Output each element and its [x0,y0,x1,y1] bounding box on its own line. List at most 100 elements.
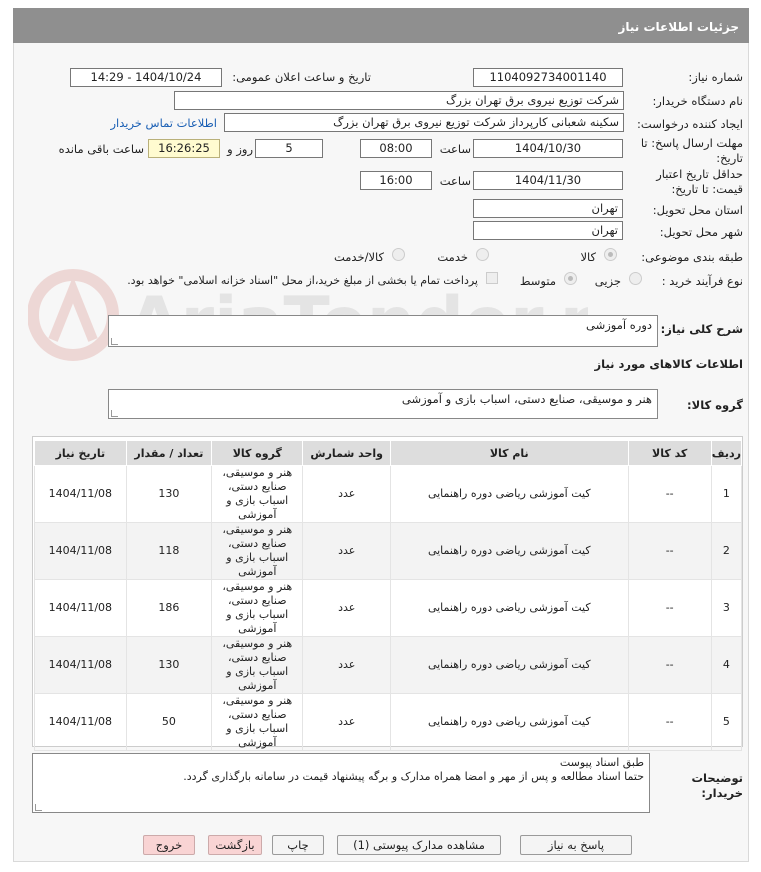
col-code: کد کالا [627,440,712,466]
city-label: شهر محل تحویل: [659,225,743,239]
cell-unit: عدد [302,522,391,580]
deadline-date-field: 1404/10/30 [473,139,623,158]
category-option-service: خدمت [437,250,468,264]
category-option-goods: کالا [580,250,596,264]
category-radio-service[interactable] [476,248,489,261]
process-label: نوع فرآیند خرید : [661,274,743,288]
cell-group: هنر و موسیقی، صنایع دستی، اسباب بازی و آ… [211,693,304,751]
need-number-field: 1104092734001140 [473,68,623,87]
exit-button[interactable]: خروج [143,835,195,855]
cell-qty: 130 [125,636,213,694]
summary-text: دوره آموزشی [586,318,652,332]
process-option-partial: جزیی [594,274,621,288]
page-title: جزئیات اطلاعات نیاز [13,8,749,43]
deadline-time-label: ساعت [439,142,471,156]
reply-button[interactable]: پاسخ به نیاز [520,835,632,855]
cell-code: -- [627,693,712,751]
remaining-label: ساعت باقی مانده [58,142,144,156]
validity-time-field: 16:00 [360,171,432,190]
cell-name: کیت آموزشی ریاضی دوره راهنمایی [389,522,629,580]
notes-label: توضیحات [691,771,744,785]
goods-group-label: گروه کالا: [687,398,743,412]
cell-date: 1404/11/08 [34,693,127,751]
announce-field: 1404/10/24 - 14:29 [70,68,222,87]
remaining-time-field: 16:26:25 [148,139,220,158]
cell-name: کیت آموزشی ریاضی دوره راهنمایی [389,636,629,694]
cell-code: -- [627,522,712,580]
col-group: گروه کالا [211,440,304,466]
cell-unit: عدد [302,465,391,523]
buyer-label: نام دستگاه خریدار: [652,94,743,108]
table-row: 5 -- کیت آموزشی ریاضی دوره راهنمایی عدد … [34,693,743,751]
cell-unit: عدد [302,579,391,637]
creator-label: ایجاد کننده درخواست: [637,117,743,131]
col-date: تاریخ نیاز [34,440,127,466]
cell-row: 5 [710,693,743,751]
contact-buyer-link[interactable]: اطلاعات تماس خریدار [110,116,217,130]
notes-label-2: خریدار: [701,786,743,800]
cell-name: کیت آموزشی ریاضی دوره راهنمایی [389,465,629,523]
notes-textarea[interactable]: طبق اسناد پیوست حتما اسناد مطالعه و پس ا… [32,753,650,813]
need-number-label: شماره نیاز: [688,70,743,84]
days-field: 5 [255,139,323,158]
category-option-goods-service: کالا/خدمت [333,250,384,264]
cell-group: هنر و موسیقی، صنایع دستی، اسباب بازی و آ… [211,522,304,580]
process-radio-partial[interactable] [629,272,642,285]
cell-code: -- [627,465,712,523]
days-label: روز و [227,142,253,156]
category-radio-goods-service[interactable] [392,248,405,261]
items-table: ردیف کد کالا نام کالا واحد شمارش گروه کا… [34,440,743,751]
cell-date: 1404/11/08 [34,522,127,580]
cell-row: 3 [710,579,743,637]
cell-qty: 130 [125,465,213,523]
cell-qty: 118 [125,522,213,580]
validity-label: حداقل تاریخ اعتبار [656,167,743,181]
cell-row: 4 [710,636,743,694]
goods-info-title: اطلاعات کالاهای مورد نیاز [594,357,743,371]
deadline-label: مهلت ارسال پاسخ: تا [640,136,743,150]
validity-date-field: 1404/11/30 [473,171,623,190]
province-label: استان محل تحویل: [652,203,743,217]
deadline-label-2: تاریخ: [716,151,743,165]
creator-field: سکینه شعبانی کارپرداز شرکت توزیع نیروی ب… [224,113,624,132]
cell-qty: 50 [125,693,213,751]
cell-date: 1404/11/08 [34,465,127,523]
process-radio-medium[interactable] [564,272,577,285]
category-radio-goods[interactable] [604,248,617,261]
goods-group-textarea[interactable]: هنر و موسیقی، صنایع دستی، اسباب بازی و آ… [108,389,658,419]
cell-code: -- [627,579,712,637]
table-row: 1 -- کیت آموزشی ریاضی دوره راهنمایی عدد … [34,465,743,523]
cell-date: 1404/11/08 [34,636,127,694]
treasury-payment-checkbox[interactable] [486,272,498,284]
cell-row: 1 [710,465,743,523]
table-header-row: ردیف کد کالا نام کالا واحد شمارش گروه کا… [34,440,743,466]
announce-label: تاریخ و ساعت اعلان عمومی: [232,70,371,84]
province-field: تهران [473,199,623,218]
cell-name: کیت آموزشی ریاضی دوره راهنمایی [389,693,629,751]
attachments-button[interactable]: مشاهده مدارک پیوستی (1) [337,835,501,855]
col-row: ردیف [710,440,743,466]
cell-qty: 186 [125,579,213,637]
table-row: 4 -- کیت آموزشی ریاضی دوره راهنمایی عدد … [34,636,743,694]
cell-group: هنر و موسیقی، صنایع دستی، اسباب بازی و آ… [211,636,304,694]
cell-name: کیت آموزشی ریاضی دوره راهنمایی [389,579,629,637]
cell-group: هنر و موسیقی، صنایع دستی، اسباب بازی و آ… [211,579,304,637]
table-row: 3 -- کیت آموزشی ریاضی دوره راهنمایی عدد … [34,579,743,637]
deadline-time-field: 08:00 [360,139,432,158]
cell-unit: عدد [302,636,391,694]
notes-line-2: حتما اسناد مطالعه و پس از مهر و امضا همر… [183,770,644,783]
notes-line-1: طبق اسناد پیوست [559,756,644,769]
back-button[interactable]: بازگشت [208,835,262,855]
buyer-field: شرکت توزیع نیروی برق تهران بزرگ [174,91,624,110]
validity-label-2: قیمت: تا تاریخ: [671,182,743,196]
treasury-payment-note: پرداخت تمام یا بخشی از مبلغ خرید،از محل … [127,274,478,287]
table-row: 2 -- کیت آموزشی ریاضی دوره راهنمایی عدد … [34,522,743,580]
city-field: تهران [473,221,623,240]
cell-date: 1404/11/08 [34,579,127,637]
col-qty: تعداد / مقدار [125,440,213,466]
col-unit: واحد شمارش [302,440,391,466]
summary-textarea[interactable]: دوره آموزشی [108,315,658,347]
summary-label: شرح کلی نیاز: [660,322,743,336]
process-option-medium: متوسط [519,274,556,288]
print-button[interactable]: چاپ [272,835,324,855]
